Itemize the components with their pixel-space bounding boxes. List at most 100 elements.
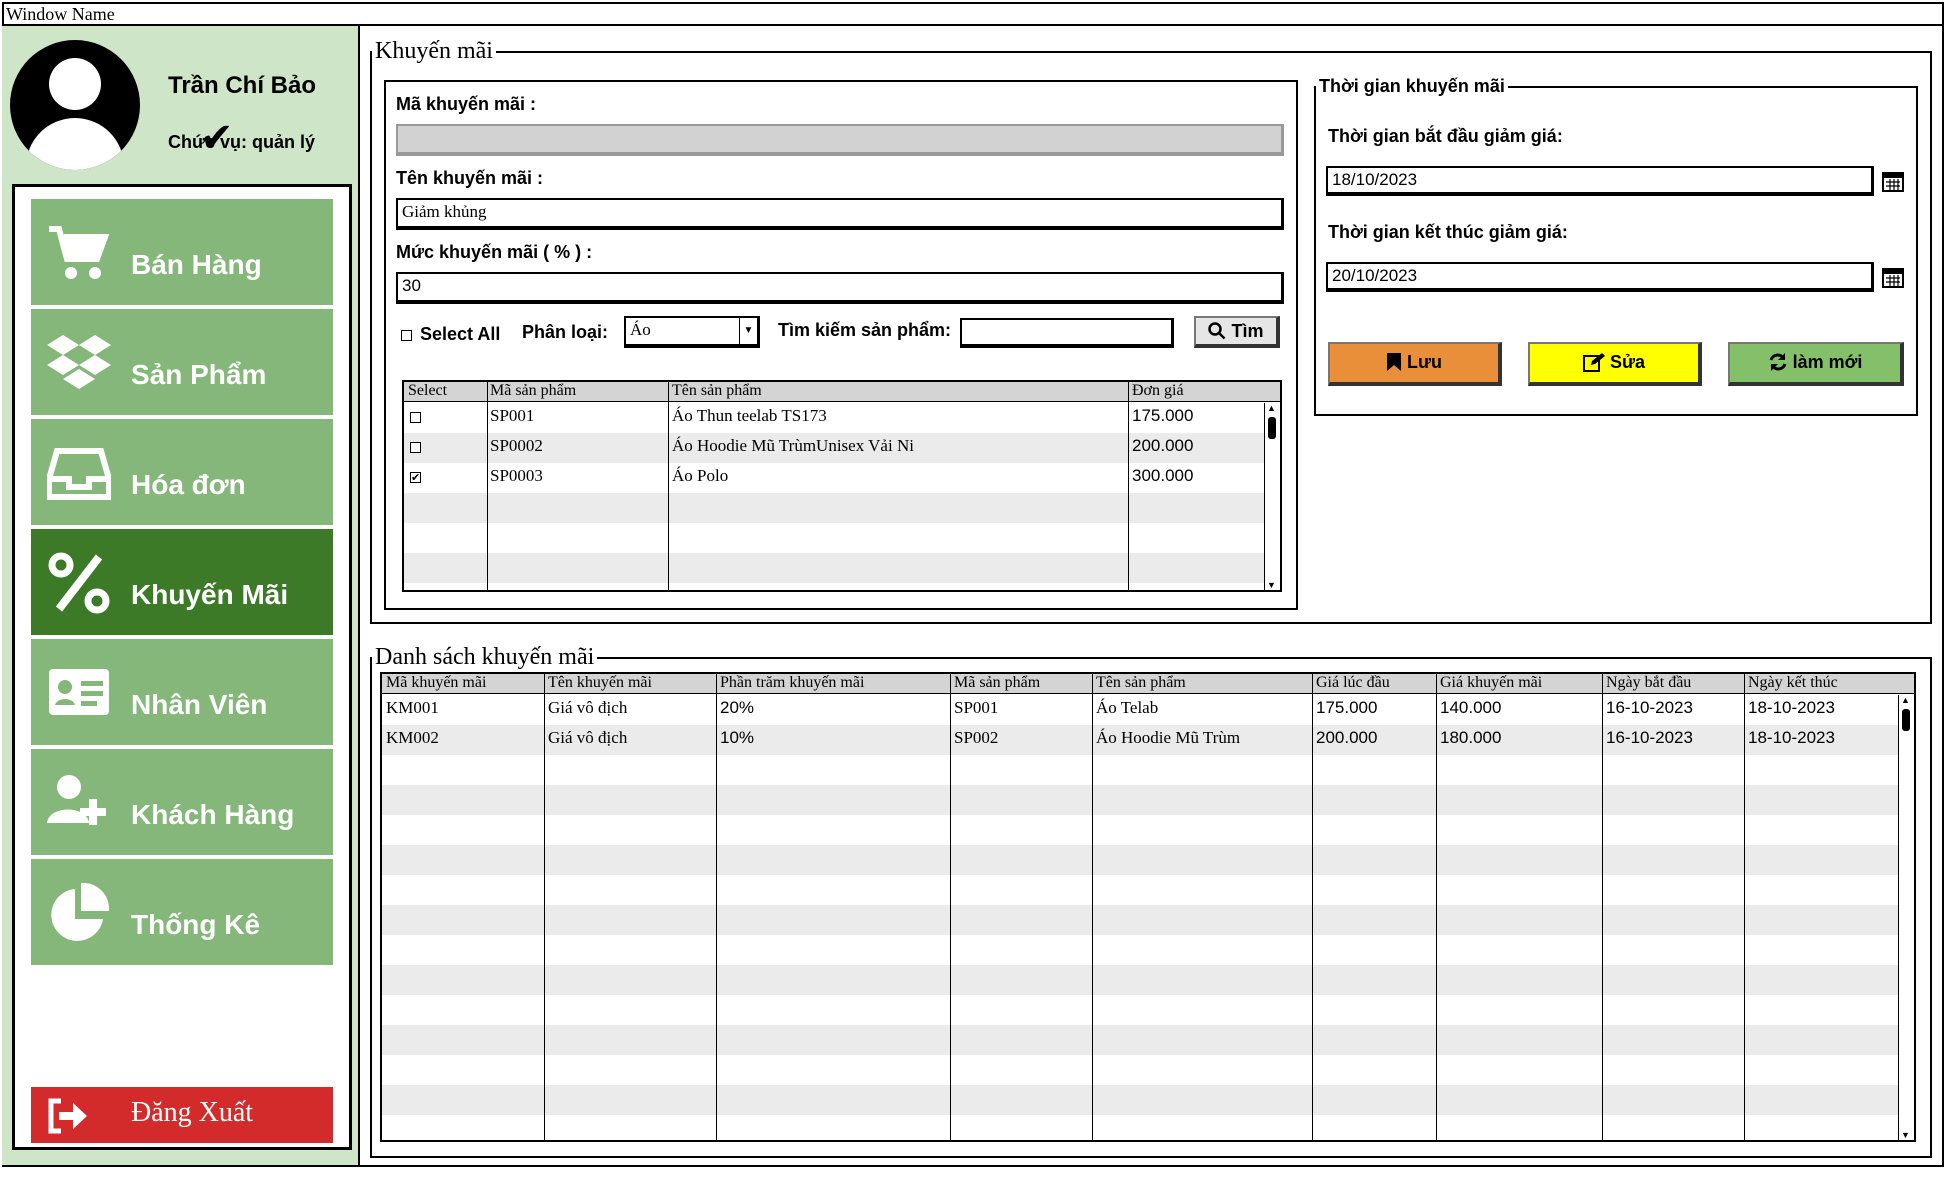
category-select[interactable]: Áo ▼ <box>624 316 760 348</box>
product-name-cell: Áo Hoodie Mũ Trùm <box>1096 728 1241 747</box>
column-divider <box>1128 382 1129 590</box>
column-header[interactable]: Tên sản phẩm <box>1096 674 1186 692</box>
product-price: 175.000 <box>1132 406 1194 425</box>
menu-item-hoa-don[interactable]: Hóa đơn <box>31 419 333 525</box>
edit-button[interactable]: Sửa <box>1528 342 1702 386</box>
promo-name-label: Tên khuyến mãi : <box>396 168 544 188</box>
chevron-down-icon[interactable]: ▼ <box>739 318 757 344</box>
menu-item-label: Khách Hàng <box>131 799 295 830</box>
table-row <box>382 1055 1914 1085</box>
end-date-label: Thời gian kết thúc giảm giá: <box>1328 222 1568 242</box>
column-divider <box>544 674 545 1140</box>
refresh-icon <box>1769 353 1787 371</box>
column-header[interactable]: Mã sản phẩm <box>490 382 576 400</box>
promo-name-cell: Giá vô địch <box>548 698 628 717</box>
scroll-down-icon[interactable]: ▼ <box>1267 580 1276 590</box>
scroll-up-icon[interactable]: ▲ <box>1267 403 1276 413</box>
table-row <box>382 1085 1914 1115</box>
product-code: SP0003 <box>490 466 543 485</box>
row-checkbox[interactable] <box>410 442 421 453</box>
table-row <box>382 755 1914 785</box>
promo-name-cell: Giá vô địch <box>548 728 628 747</box>
promo-list-table: Mã khuyến mãi Tên khuyến mãi Phần trăm k… <box>380 672 1916 1142</box>
product-name: Áo Hoodie Mũ TrùmUnisex Vải Ni <box>672 436 914 455</box>
calendar-icon[interactable] <box>1882 170 1904 192</box>
scroll-thumb[interactable] <box>1902 709 1910 731</box>
promo-code-cell: KM002 <box>386 728 439 747</box>
logout-label: Đăng Xuất <box>131 1097 254 1128</box>
promo-code-label: Mã khuyến mãi : <box>396 94 537 114</box>
original-price-cell: 175.000 <box>1316 698 1378 717</box>
end-date-field[interactable]: 20/10/2023 <box>1326 262 1874 292</box>
row-checkbox-checked[interactable]: ✔ <box>410 472 421 484</box>
menu-item-khach-hang[interactable]: Khách Hàng <box>31 749 333 855</box>
menu-item-khuyen-mai[interactable]: Khuyến Mãi <box>31 529 333 635</box>
original-price-cell: 200.000 <box>1316 728 1378 747</box>
column-divider <box>668 382 669 590</box>
column-header[interactable]: Ngày bắt đầu <box>1606 674 1691 692</box>
edit-icon <box>1582 353 1605 372</box>
dropbox-icon <box>47 335 111 389</box>
start-date-field[interactable]: 18/10/2023 <box>1326 166 1874 196</box>
column-divider <box>487 382 488 590</box>
menu-item-ban-hang[interactable]: Bán Hàng <box>31 199 333 305</box>
column-header[interactable]: Select <box>408 382 447 400</box>
select-all-checkbox[interactable] <box>401 330 412 341</box>
column-divider <box>1092 674 1093 1140</box>
search-input[interactable] <box>960 318 1174 348</box>
table-row <box>382 935 1914 965</box>
row-checkbox[interactable] <box>410 412 421 423</box>
id-card-icon <box>49 669 109 715</box>
product-code-cell: SP001 <box>954 698 999 717</box>
calendar-icon[interactable] <box>1882 266 1904 288</box>
column-header[interactable]: Giá khuyến mãi <box>1440 674 1542 692</box>
column-header[interactable]: Tên khuyến mãi <box>548 674 652 692</box>
promo-code-field[interactable] <box>396 124 1284 156</box>
column-header[interactable]: Phần trăm khuyến mãi <box>720 674 864 692</box>
product-table-scrollbar[interactable]: ▲ ▼ <box>1264 403 1280 590</box>
promo-price-cell: 180.000 <box>1440 728 1502 747</box>
search-button-label: Tìm <box>1231 321 1264 341</box>
column-header[interactable]: Giá lúc đầu <box>1316 674 1390 692</box>
inbox-icon <box>47 448 111 500</box>
menu-item-thong-ke[interactable]: Thống Kê <box>31 859 333 965</box>
start-date-cell: 16-10-2023 <box>1606 728 1693 747</box>
menu-item-san-pham[interactable]: Sản Phẩm <box>31 309 333 415</box>
column-header[interactable]: Mã khuyến mãi <box>386 674 486 692</box>
product-code: SP0002 <box>490 436 543 455</box>
start-date-label: Thời gian bắt đầu giảm giá: <box>1328 126 1563 146</box>
bookmark-icon <box>1386 353 1401 371</box>
menu-item-label: Thống Kê <box>131 909 261 940</box>
table-row <box>382 995 1914 1025</box>
avatar-head <box>49 58 101 110</box>
percent-icon <box>48 552 110 614</box>
menu-item-label: Bán Hàng <box>131 249 262 280</box>
search-label: Tìm kiếm sản phẩm: <box>778 320 952 340</box>
column-header[interactable]: Đơn giá <box>1132 382 1184 400</box>
scroll-down-icon[interactable]: ▼ <box>1901 1130 1910 1140</box>
product-name-cell: Áo Telab <box>1096 698 1159 717</box>
refresh-button-label: làm mới <box>1792 352 1863 372</box>
column-divider <box>1436 674 1437 1140</box>
menu-item-label: Sản Phẩm <box>131 359 267 390</box>
column-header[interactable]: Tên sản phẩm <box>672 382 762 400</box>
menu-item-nhan-vien[interactable]: Nhân Viên <box>31 639 333 745</box>
search-button[interactable]: Tìm <box>1194 316 1280 348</box>
column-header[interactable]: Mã sản phẩm <box>954 674 1040 692</box>
save-button[interactable]: Lưu <box>1328 342 1502 386</box>
promo-name-field[interactable]: Giảm khủng <box>396 198 1284 230</box>
logout-button[interactable]: Đăng Xuất <box>31 1087 333 1143</box>
column-divider <box>1602 674 1603 1140</box>
table-row <box>404 553 1280 583</box>
scroll-thumb[interactable] <box>1268 417 1276 439</box>
column-header[interactable]: Ngày kết thúc <box>1748 674 1838 692</box>
promo-price-cell: 140.000 <box>1440 698 1502 717</box>
promo-list-scrollbar[interactable]: ▲ ▼ <box>1898 695 1914 1140</box>
avatar <box>10 40 140 170</box>
cart-icon <box>49 226 110 279</box>
refresh-button[interactable]: làm mới <box>1728 342 1904 386</box>
table-row <box>382 815 1914 845</box>
sign-out-icon <box>48 1098 87 1134</box>
promo-rate-field[interactable]: 30 <box>396 272 1284 304</box>
scroll-up-icon[interactable]: ▲ <box>1901 695 1910 705</box>
